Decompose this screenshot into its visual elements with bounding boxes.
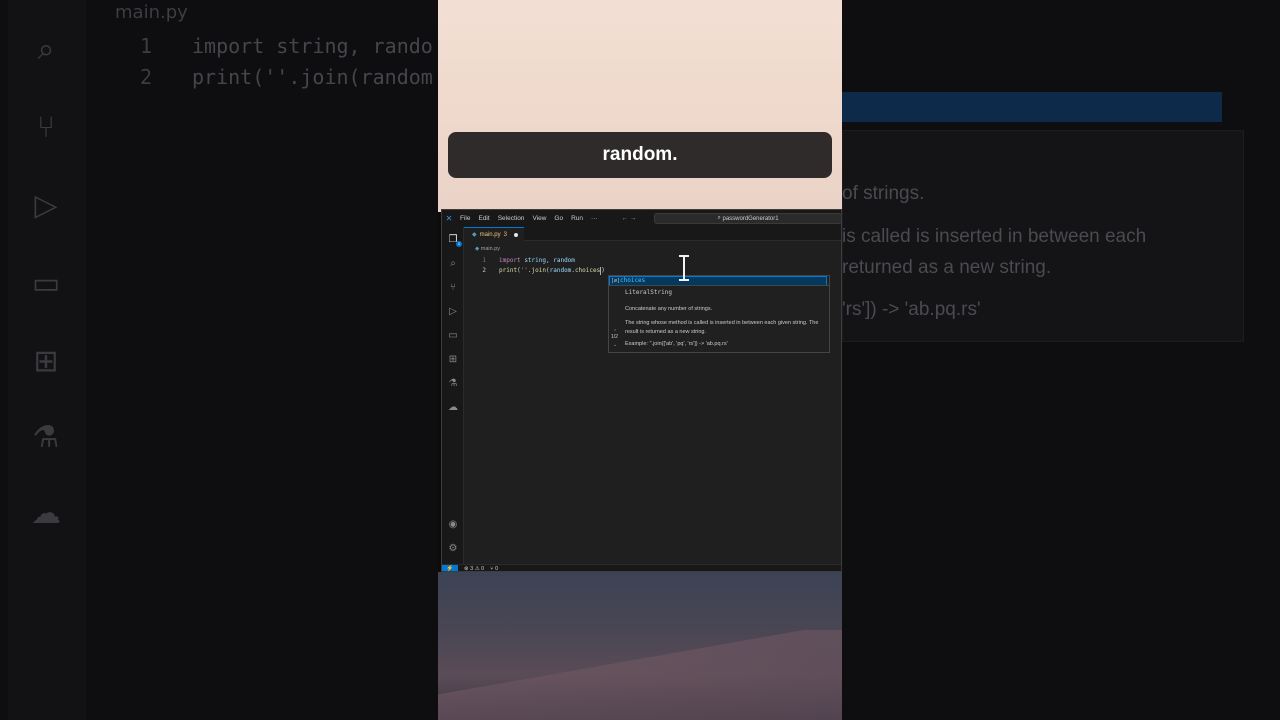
remote-explorer-icon[interactable]: ▭ (445, 328, 461, 344)
tab-problem-count: 3 (503, 231, 507, 238)
line-number: 1 (482, 257, 486, 264)
code-line-2: 2 print(''.join(random.choices) (464, 266, 605, 276)
menu-edit[interactable]: Edit (478, 215, 489, 222)
variable-kind-icon: [ø] (611, 278, 621, 284)
background-doc-text: of strings. (842, 183, 925, 204)
problems-status[interactable]: ⊗ 3 ⚠ 0 (464, 566, 484, 571)
caption-banner: random. (448, 132, 832, 178)
menu-go[interactable]: Go (554, 215, 563, 222)
breadcrumb[interactable]: ◆ main.py (475, 246, 500, 252)
run-debug-icon: ▷ (34, 188, 58, 223)
background-code-line: 2 print(''.join(random (140, 65, 433, 89)
menu-view[interactable]: View (532, 215, 546, 222)
explorer-icon[interactable]: ❐ 1 (445, 232, 462, 248)
remote-explorer-icon: ▭ (31, 266, 61, 301)
unsaved-dot-icon[interactable] (513, 232, 518, 237)
mountain-ridge (438, 630, 842, 720)
vscode-window: ✕ File Edit Selection View Go Run ··· ← … (441, 209, 842, 572)
menu-selection[interactable]: Selection (498, 215, 525, 222)
doc-description: The string whose method is called is ins… (625, 320, 819, 335)
extensions-icon: ⊞ (33, 344, 59, 379)
breadcrumb-file: main.py (480, 246, 501, 252)
vscode-logo-icon: ✕ (445, 214, 453, 223)
explorer-badge: 1 (456, 241, 462, 247)
suggest-details-panel: LiteralString Concatenate any number of … (608, 285, 830, 353)
menu-more[interactable]: ··· (591, 215, 598, 222)
testing-icon: ⚗ (32, 420, 60, 455)
chevron-down-icon[interactable]: ⌄ (613, 342, 617, 348)
account-icon[interactable]: ◉ (445, 517, 461, 533)
extensions-icon[interactable]: ⊞ (445, 352, 461, 368)
doc-example: Example: ''.join(['ab', 'pq', 'rs']) -> … (625, 341, 728, 347)
background-tab: main.py (115, 2, 188, 23)
background-doc-text: 'rs']) -> 'ab.pq.rs' (842, 299, 981, 320)
background-doc-text: returned as a new string. (842, 257, 1052, 278)
title-bar: ✕ File Edit Selection View Go Run ··· ← … (442, 210, 841, 227)
landscape-background (438, 572, 842, 720)
line-number: 2 (482, 267, 486, 274)
editor-tabs: ◆ main.py 3 (464, 227, 841, 241)
source-control-icon[interactable]: ⑂ (445, 280, 461, 296)
tab-main-py[interactable]: ◆ main.py 3 (464, 227, 524, 241)
menu-file[interactable]: File (460, 215, 470, 222)
suggestion-label: choices (620, 277, 646, 284)
run-debug-icon[interactable]: ▷ (445, 304, 461, 320)
menu-run[interactable]: Run (571, 215, 583, 222)
background-suggest-highlight (842, 92, 1222, 122)
navigation-arrows[interactable]: ← → (622, 215, 637, 222)
background-doc-text: is called is inserted in between each (842, 226, 1147, 247)
doc-summary: Concatenate any number of strings. (625, 306, 713, 312)
testing-icon[interactable]: ⚗ (445, 376, 461, 392)
python-file-icon: ◆ (472, 232, 477, 238)
search-icon[interactable]: ⌕ (445, 256, 461, 272)
overload-pager: 1/2 (611, 334, 618, 340)
background-editor-left: ⌕ ⑂ ▷ ▭ ⊞ ⚗ ☁ main.py 1 import string, ra… (0, 0, 438, 720)
activity-bar: ❐ 1 ⌕ ⑂ ▷ ▭ ⊞ ⚗ ☁ ◉ ⚙ (442, 227, 464, 564)
background-editor-right: of strings. is called is inserted in bet… (842, 0, 1280, 720)
search-icon: ⌕ (37, 32, 55, 67)
docker-icon[interactable]: ☁ (445, 400, 461, 416)
settings-gear-icon[interactable]: ⚙ (445, 541, 461, 557)
docker-icon: ☁ (31, 496, 61, 531)
tab-label: main.py (479, 231, 501, 238)
command-center-search[interactable]: ⌕ passwordGenerator1 (654, 213, 841, 224)
signature: LiteralString (625, 289, 672, 296)
code-line-1: 1 import string, random (464, 256, 575, 266)
background-code-line: 1 import string, rando (140, 34, 433, 58)
source-control-icon: ⑂ (37, 110, 55, 145)
ports-status[interactable]: ⑂ 0 (490, 566, 498, 571)
caption-background (438, 0, 842, 212)
ibeam-cursor-icon (678, 255, 690, 281)
status-bar: ⚡ ⊗ 3 ⚠ 0 ⑂ 0 (442, 564, 841, 571)
search-text: passwordGenerator1 (722, 215, 779, 222)
remote-indicator-icon[interactable]: ⚡ (442, 564, 458, 571)
